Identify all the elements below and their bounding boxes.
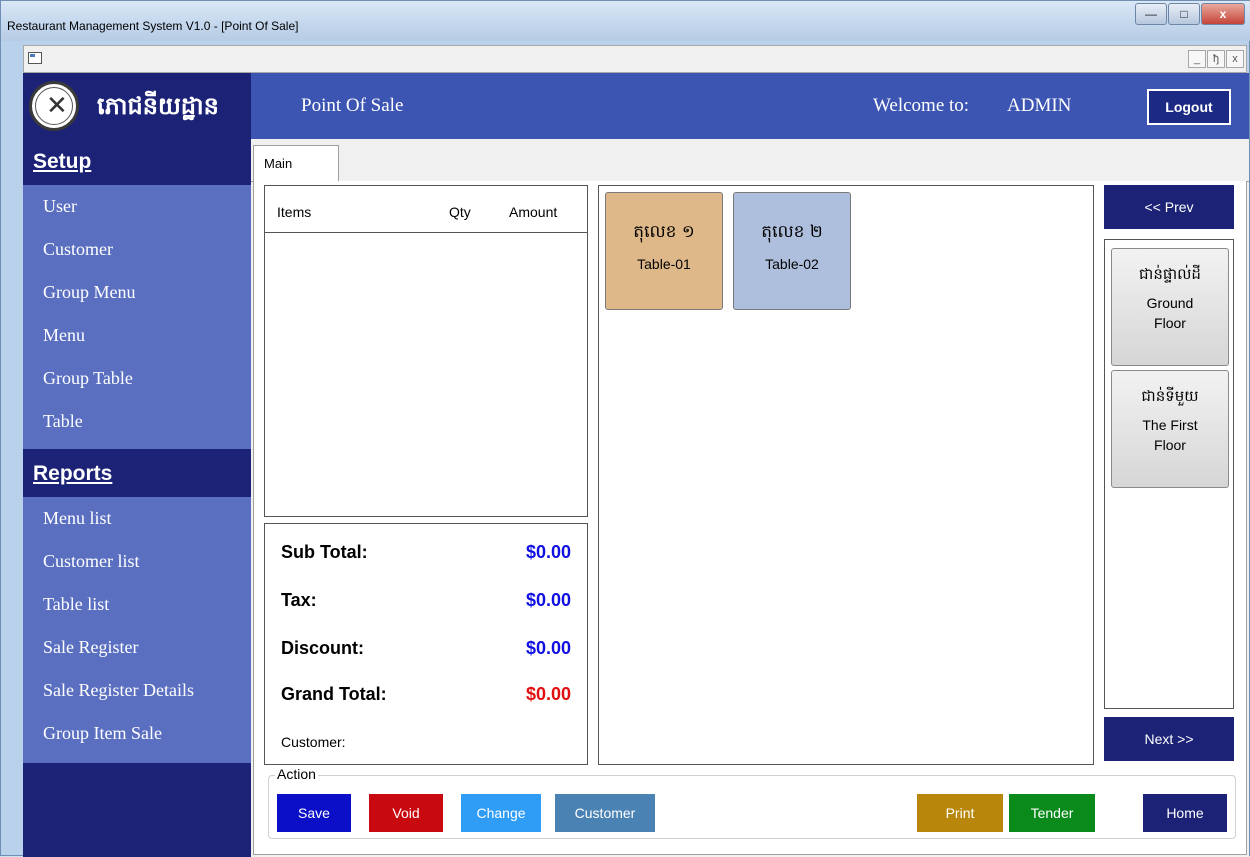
floor-list: ជាន់ផ្ទាល់ដី Ground Floor ជាន់ទីមួយ The … (1104, 239, 1234, 709)
sidebar: Setup User Customer Group Menu Menu Grou… (23, 139, 251, 857)
void-button[interactable]: Void (369, 794, 443, 832)
welcome-label: Welcome to: (873, 95, 970, 116)
table-khmer-label: តុលេខ ១ (633, 222, 695, 242)
mdi-child-bar: _ ђ x (23, 45, 1247, 73)
window-controls: — □ x (1135, 3, 1245, 25)
tab-main[interactable]: Main (253, 145, 339, 182)
customer-label: Customer: (281, 734, 346, 750)
subtotal-value: $0.00 (525, 542, 571, 562)
logout-button[interactable]: Logout (1147, 89, 1231, 125)
reports-list: Menu list Customer list Table list Sale … (23, 497, 251, 763)
change-button[interactable]: Change (461, 794, 541, 832)
floor-label: Ground Floor (1146, 295, 1194, 331)
sidebar-item-menu[interactable]: Menu (23, 314, 251, 357)
tax-value: $0.00 (525, 590, 571, 610)
tax-row: Tax: $0.00 (281, 590, 571, 620)
pos-form: ✕ ភោជនីយដ្ឋាន Point Of Sale Welcome to: … (23, 73, 1249, 857)
maximize-button[interactable]: □ (1168, 3, 1200, 25)
brand-name: ភោជនីយដ្ឋាន (97, 92, 219, 120)
order-items-grid[interactable]: Items Qty Amount (264, 185, 588, 517)
discount-label: Discount: (281, 638, 364, 658)
table-label: Table-02 (765, 256, 819, 272)
mdi-restore-button[interactable]: ђ (1207, 50, 1225, 68)
sidebar-item-group-menu[interactable]: Group Menu (23, 271, 251, 314)
floor-label: The First Floor (1142, 417, 1198, 453)
crossed-utensils-icon: ✕ (46, 90, 68, 120)
table-button-01[interactable]: តុលេខ ១ Table-01 (605, 192, 723, 310)
prev-floor-button[interactable]: << Prev (1104, 185, 1234, 229)
sidebar-item-sale-register[interactable]: Sale Register (23, 626, 251, 669)
main-panel: Main Items Qty Amount Sub Total: $0.00 T… (251, 139, 1249, 857)
app-window: Restaurant Management System V1.0 - [Poi… (0, 0, 1250, 857)
restaurant-logo: ✕ (29, 81, 79, 131)
table-khmer-label: តុលេខ ២ (761, 222, 823, 242)
next-floor-button[interactable]: Next >> (1104, 717, 1234, 761)
current-user: ADMIN (1007, 95, 1072, 116)
sidebar-item-menu-list[interactable]: Menu list (23, 497, 251, 540)
mdi-close-button[interactable]: x (1226, 50, 1244, 68)
floor-button-first[interactable]: ជាន់ទីមួយ The First Floor (1111, 370, 1229, 488)
sidebar-item-sale-register-details[interactable]: Sale Register Details (23, 669, 251, 712)
tender-button[interactable]: Tender (1009, 794, 1095, 832)
table-button-02[interactable]: តុលេខ ២ Table-02 (733, 192, 851, 310)
app-header: ✕ ភោជនីយដ្ឋាន Point Of Sale Welcome to: … (23, 73, 1249, 139)
column-amount: Amount (509, 204, 558, 220)
page-title: Point Of Sale (301, 95, 404, 116)
subtotal-label: Sub Total: (281, 542, 368, 562)
sidebar-section-reports[interactable]: Reports (23, 451, 251, 497)
sidebar-item-table-list[interactable]: Table list (23, 583, 251, 626)
mdi-controls: _ ђ x (1188, 50, 1244, 68)
order-grid-header: Items Qty Amount (265, 186, 587, 233)
sidebar-item-customer[interactable]: Customer (23, 228, 251, 271)
save-button[interactable]: Save (277, 794, 351, 832)
sidebar-item-table[interactable]: Table (23, 400, 251, 443)
sidebar-item-user[interactable]: User (23, 185, 251, 228)
column-qty: Qty (449, 204, 471, 220)
close-button[interactable]: x (1201, 3, 1245, 25)
floor-selector: << Prev ជាន់ផ្ទាល់ដី Ground Floor ជាន់ទី… (1104, 185, 1236, 765)
totals-panel: Sub Total: $0.00 Tax: $0.00 Discount: $0… (264, 523, 588, 765)
tax-label: Tax: (281, 590, 317, 610)
discount-value: $0.00 (525, 638, 571, 658)
floor-khmer-label: ជាន់ទីមួយ (1141, 387, 1199, 405)
mdi-minimize-button[interactable]: _ (1188, 50, 1206, 68)
window-title: Restaurant Management System V1.0 - [Poi… (7, 19, 299, 33)
sidebar-section-setup[interactable]: Setup (23, 139, 251, 185)
grand-total-row: Grand Total: $0.00 (281, 684, 571, 714)
floor-khmer-label: ជាន់ផ្ទាល់ដី (1139, 265, 1201, 283)
sidebar-item-customer-list[interactable]: Customer list (23, 540, 251, 583)
tab-content: Items Qty Amount Sub Total: $0.00 Tax: $… (253, 181, 1247, 855)
grand-total-label: Grand Total: (281, 684, 387, 704)
sidebar-item-group-item-sale[interactable]: Group Item Sale (23, 712, 251, 755)
setup-list: User Customer Group Menu Menu Group Tabl… (23, 185, 251, 449)
home-button[interactable]: Home (1143, 794, 1227, 832)
subtotal-row: Sub Total: $0.00 (281, 542, 571, 572)
logo-area: ✕ ភោជនីយដ្ឋាន (23, 73, 251, 139)
print-button[interactable]: Print (917, 794, 1003, 832)
discount-row: Discount: $0.00 (281, 638, 571, 668)
grand-total-value: $0.00 (525, 684, 571, 704)
action-legend: Action (275, 766, 318, 782)
floor-button-ground[interactable]: ជាន់ផ្ទាល់ដី Ground Floor (1111, 248, 1229, 366)
minimize-button[interactable]: — (1135, 3, 1167, 25)
tables-panel: តុលេខ ១ Table-01 តុលេខ ២ Table-02 (598, 185, 1094, 765)
customer-button[interactable]: Customer (555, 794, 655, 832)
title-bar: Restaurant Management System V1.0 - [Poi… (1, 1, 1250, 41)
sidebar-item-group-table[interactable]: Group Table (23, 357, 251, 400)
column-items: Items (277, 204, 312, 220)
form-icon[interactable] (28, 52, 42, 64)
action-group: Action Save Void Change Customer Print T… (268, 766, 1236, 839)
table-label: Table-01 (637, 256, 691, 272)
